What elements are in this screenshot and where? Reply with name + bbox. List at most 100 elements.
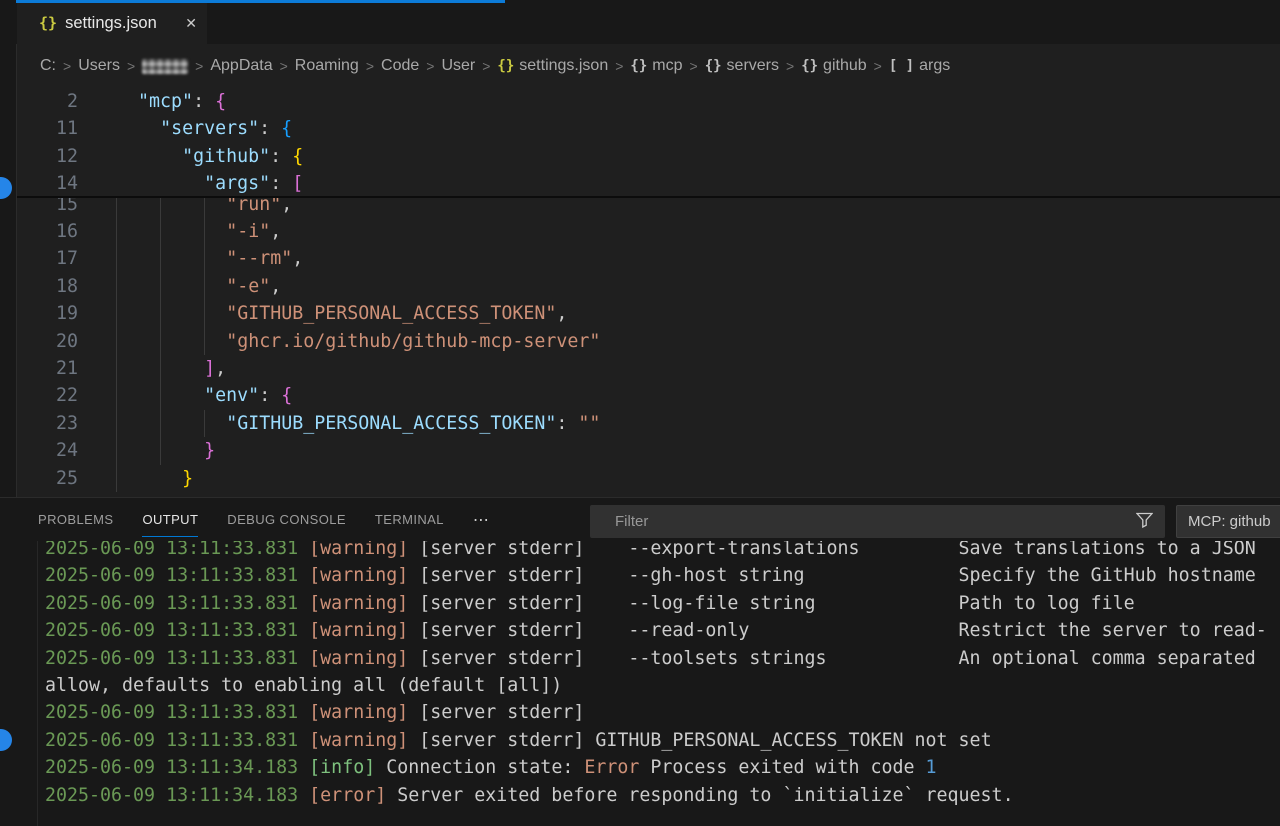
panel-tab-output[interactable]: OUTPUT (142, 498, 198, 541)
code-editor[interactable]: 15"run",16"-i",17"--rm",18"-e",19"GITHUB… (0, 88, 1280, 497)
token: : (270, 146, 292, 167)
close-icon[interactable]: ✕ (185, 15, 197, 32)
code-line[interactable]: 22"env": { (0, 382, 1280, 410)
panel-tab-problems[interactable]: PROBLEMS (38, 498, 113, 541)
code-content: "GITHUB_PERSONAL_ACCESS_TOKEN", (226, 303, 567, 324)
token: "GITHUB_PERSONAL_ACCESS_TOKEN" (226, 303, 556, 324)
breadcrumb-item-appdata[interactable]: AppData (210, 57, 272, 75)
breadcrumb-item-c-[interactable]: C: (40, 57, 56, 75)
log-segment: [server stderr] GITHUB_PERSONAL_ACCESS_T… (419, 730, 991, 751)
sticky-scroll[interactable]: 2"mcp": {11"servers": {12"github": {14"a… (0, 88, 1280, 198)
log-segment: [server stderr] --read-only Restrict the… (419, 620, 1266, 641)
code-line[interactable]: 24} (0, 437, 1280, 465)
token: ] (204, 358, 215, 379)
token: { (281, 385, 292, 406)
symbol-icon: {} (801, 58, 818, 74)
token: "env" (204, 385, 259, 406)
json-file-icon: {} (39, 14, 57, 32)
log-segment: 1 (926, 757, 937, 778)
code-line[interactable]: 19"GITHUB_PERSONAL_ACCESS_TOKEN", (0, 300, 1280, 328)
chevron-right-icon: > (366, 58, 374, 74)
breadcrumb-item-user[interactable]: User (441, 57, 475, 75)
panel-tab-debug-console[interactable]: DEBUG CONSOLE (227, 498, 346, 541)
token: : (259, 385, 281, 406)
token: } (204, 440, 215, 461)
code-line[interactable]: 21], (0, 355, 1280, 383)
code-line[interactable]: 23"GITHUB_PERSONAL_ACCESS_TOKEN": "" (0, 410, 1280, 438)
log-line: 2025-06-09 13:11:33.831 [warning] [serve… (45, 645, 1280, 672)
breadcrumb-item-username-redacted[interactable] (142, 59, 188, 74)
log-segment: 2025-06-09 13:11:34.183 (45, 785, 298, 806)
vscode-window: {} settings.json ✕ C: > Users > > AppData > Roa… (0, 0, 1280, 826)
log-segment (298, 620, 309, 641)
log-segment: Process exited with code (639, 757, 925, 778)
code-line[interactable]: 18"-e", (0, 273, 1280, 301)
breadcrumb-item-roaming[interactable]: Roaming (295, 57, 359, 75)
chevron-right-icon: > (482, 58, 490, 74)
log-segment: [server stderr] --gh-host string Specify… (419, 565, 1255, 586)
log-line: 2025-06-09 13:11:33.831 [warning] [serve… (45, 562, 1280, 589)
token: "GITHUB_PERSONAL_ACCESS_TOKEN" (226, 413, 556, 434)
indent-guide (160, 198, 161, 465)
breadcrumb-item-args[interactable]: [ ]args (889, 57, 950, 75)
breadcrumb-label: settings.json (519, 57, 608, 75)
code-line[interactable]: 25} (0, 465, 1280, 493)
breadcrumb-item-code[interactable]: Code (381, 57, 419, 75)
token: "mcp" (138, 91, 193, 112)
token: , (556, 303, 567, 324)
code-content: "github": { (182, 146, 303, 167)
code-content: } (204, 440, 215, 461)
chevron-right-icon: > (690, 58, 698, 74)
chevron-right-icon: > (195, 58, 203, 74)
log-segment (408, 702, 419, 723)
log-segment (298, 593, 309, 614)
token: "--rm" (226, 248, 292, 269)
log-segment: 2025-06-09 13:11:33.831 (45, 565, 298, 586)
log-segment (408, 648, 419, 669)
breadcrumb-label: Code (381, 57, 419, 75)
log-line: 2025-06-09 13:11:34.183 [error] Server e… (45, 782, 1280, 809)
token: "args" (204, 173, 270, 194)
chevron-right-icon: > (280, 58, 288, 74)
code-content: "args": [ (204, 173, 303, 194)
token: "" (578, 413, 600, 434)
output-filter-input[interactable] (590, 505, 1165, 538)
token: , (292, 248, 303, 269)
more-actions-icon[interactable]: ⋯ (473, 510, 491, 530)
token: : (259, 118, 281, 139)
code-line[interactable]: 12"github": { (0, 143, 1280, 171)
log-segment (298, 730, 309, 751)
breadcrumb-item-github[interactable]: {}github (801, 57, 866, 75)
code-line[interactable]: 2"mcp": { (0, 88, 1280, 116)
code-line[interactable]: 11"servers": { (0, 115, 1280, 143)
code-line[interactable]: 17"--rm", (0, 245, 1280, 273)
log-segment: 2025-06-09 13:11:34.183 (45, 757, 298, 778)
output-channel-select[interactable]: MCP: github (1176, 505, 1280, 538)
bottom-panel: PROBLEMS OUTPUT DEBUG CONSOLE TERMINAL ⋯ MCP… (0, 497, 1280, 826)
log-line: 2025-06-09 13:11:33.831 [warning] [serve… (45, 617, 1280, 644)
log-segment: Error (584, 757, 639, 778)
log-line: allow, defaults to enabling all (default… (45, 672, 1280, 699)
breadcrumb-item-settings-json[interactable]: {}settings.json (497, 57, 608, 75)
breadcrumb-item-servers[interactable]: {}servers (705, 57, 779, 75)
code-line[interactable]: 16"-i", (0, 218, 1280, 246)
breadcrumb-item-users[interactable]: Users (78, 57, 120, 75)
breadcrumb-item-mcp[interactable]: {}mcp (630, 57, 682, 75)
tab-settings-json[interactable]: {} settings.json ✕ (17, 0, 207, 44)
code-line[interactable]: 20"ghcr.io/github/github-mcp-server" (0, 328, 1280, 356)
chevron-right-icon: > (874, 58, 882, 74)
token: "-i" (226, 221, 270, 242)
breadcrumb-label: servers (727, 57, 779, 75)
filter-funnel-icon[interactable] (1136, 512, 1153, 533)
token: , (270, 221, 281, 242)
log-line: 2025-06-09 13:11:33.831 [warning] [serve… (45, 699, 1280, 726)
log-segment (408, 730, 419, 751)
log-segment (408, 565, 419, 586)
indent-guide (116, 198, 117, 492)
log-segment: [error] (309, 785, 386, 806)
code-line[interactable]: 14"args": [ (0, 170, 1280, 198)
panel-tab-terminal[interactable]: TERMINAL (375, 498, 444, 541)
log-segment: 2025-06-09 13:11:33.831 (45, 541, 298, 559)
symbol-icon: {} (630, 58, 647, 74)
code-content: "env": { (204, 385, 292, 406)
